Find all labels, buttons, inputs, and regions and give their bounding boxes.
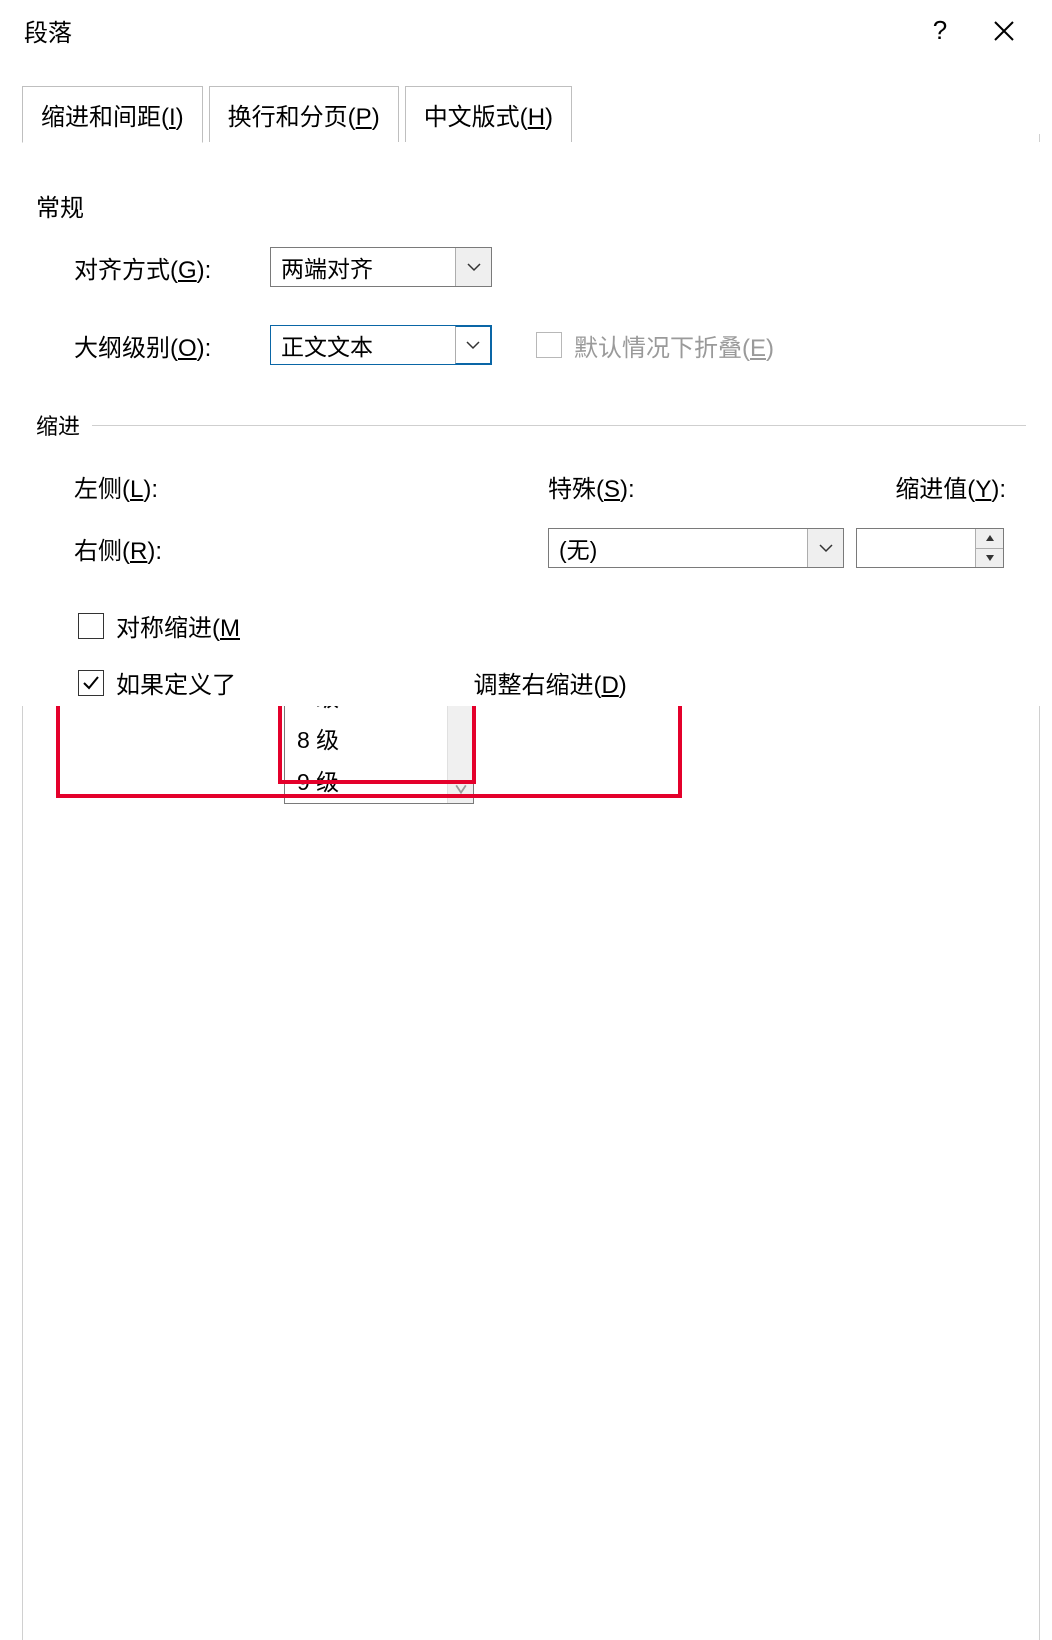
label-mn: D bbox=[601, 672, 618, 699]
caret-down-icon bbox=[455, 784, 467, 794]
label-part: 对齐方式( bbox=[74, 257, 178, 284]
label-part: 默认情况下折叠( bbox=[574, 335, 750, 362]
label-mn: M bbox=[220, 615, 240, 642]
label-mn: Y bbox=[975, 476, 991, 503]
label-mn: G bbox=[178, 257, 197, 284]
tab-label-mn: P bbox=[356, 104, 372, 131]
tab-label-part: ) bbox=[545, 104, 553, 131]
dialog-title: 段落 bbox=[24, 13, 908, 48]
mirror-indent-checkbox[interactable]: 对称缩进(M bbox=[78, 608, 240, 643]
scroll-down-arrow[interactable] bbox=[455, 781, 467, 797]
spinner-up-button[interactable] bbox=[976, 529, 1003, 549]
help-button[interactable]: ? bbox=[908, 0, 972, 62]
tab-label-part: ) bbox=[372, 104, 380, 131]
tab-line-page-break[interactable]: 换行和分页(P) bbox=[209, 86, 399, 143]
section-divider bbox=[92, 425, 1026, 426]
label-part: ): bbox=[143, 476, 158, 503]
outline-level-label: 大纲级别(O): bbox=[74, 328, 270, 363]
special-indent-label: 特殊(S): bbox=[548, 469, 635, 504]
tab-label-part: 中文版式( bbox=[424, 104, 528, 131]
check-icon bbox=[82, 675, 100, 691]
caret-up-icon bbox=[985, 534, 995, 542]
tab-strip: 缩进和间距(I) 换行和分页(P) 中文版式(H) bbox=[22, 86, 1040, 143]
checkbox-box bbox=[78, 670, 104, 696]
label-part: 右侧( bbox=[74, 538, 130, 565]
label-part: 特殊( bbox=[548, 476, 604, 503]
special-indent-dropdown-button[interactable] bbox=[807, 529, 843, 567]
mirror-indent-row: 对称缩进(M bbox=[22, 574, 1040, 649]
outline-level-value: 正文文本 bbox=[271, 326, 455, 364]
indent-right-row: 右侧(R): (无) bbox=[22, 510, 1040, 574]
label-part: ): bbox=[147, 538, 162, 565]
auto-adjust-indent-checkbox[interactable]: 如果定义了 XXXXXXXXXXXXXX 调整右缩进(D) bbox=[78, 665, 627, 700]
section-general-label: 常规 bbox=[22, 182, 1040, 229]
label-part: 如果定义了 bbox=[116, 672, 236, 699]
checkbox-box bbox=[78, 613, 104, 639]
close-button[interactable] bbox=[972, 0, 1036, 62]
section-indent-head: 缩进 bbox=[36, 409, 1026, 441]
label-part: ): bbox=[197, 257, 212, 284]
outline-option[interactable]: 8 级 bbox=[285, 717, 447, 759]
checkbox-box bbox=[536, 332, 562, 358]
alignment-label: 对齐方式(G): bbox=[74, 250, 270, 285]
indent-by-label: 缩进值(Y): bbox=[895, 469, 1006, 504]
close-icon bbox=[993, 20, 1015, 42]
spinner-buttons bbox=[975, 529, 1003, 567]
tab-asian-typography[interactable]: 中文版式(H) bbox=[405, 86, 572, 143]
tab-label-part: ) bbox=[176, 104, 184, 131]
alignment-dropdown-button[interactable] bbox=[455, 248, 491, 286]
label-mn: O bbox=[178, 335, 197, 362]
section-indent-label: 缩进 bbox=[36, 409, 80, 441]
tab-label-part: 缩进和间距( bbox=[41, 104, 169, 131]
tab-area: 缩进和间距(I) 换行和分页(P) 中文版式(H) 常规 对齐方式(G): 两端… bbox=[22, 86, 1040, 706]
spinner-down-button[interactable] bbox=[976, 549, 1003, 568]
label-mn: E bbox=[750, 335, 766, 362]
tab-label-mn: H bbox=[528, 104, 545, 131]
tab-content: 常规 对齐方式(G): 两端对齐 大纲级别(O): 正文文本 bbox=[22, 142, 1040, 706]
label-mn: S bbox=[604, 476, 620, 503]
label-part: ): bbox=[991, 476, 1006, 503]
indent-left-row: 左侧(L): 特殊(S): 缩进值(Y): bbox=[22, 445, 1040, 510]
label-part: ): bbox=[620, 476, 635, 503]
outline-option[interactable]: 9 级 bbox=[285, 759, 447, 801]
chevron-down-icon bbox=[466, 340, 480, 350]
alignment-row: 对齐方式(G): 两端对齐 bbox=[22, 229, 1040, 293]
outline-level-combobox[interactable]: 正文文本 bbox=[270, 325, 492, 365]
special-indent-combobox[interactable]: (无) bbox=[548, 528, 844, 568]
label-part: 左侧( bbox=[74, 476, 130, 503]
chevron-down-icon bbox=[819, 543, 833, 553]
label-part: 调整右缩进( bbox=[473, 672, 601, 699]
label-mn: L bbox=[130, 476, 143, 503]
caret-down-icon bbox=[985, 554, 995, 562]
alignment-combobox[interactable]: 两端对齐 bbox=[270, 247, 492, 287]
label-part: ) bbox=[619, 672, 627, 699]
auto-adjust-indent-row: 如果定义了 XXXXXXXXXXXXXX 调整右缩进(D) bbox=[22, 649, 1040, 706]
label-part: ): bbox=[197, 335, 212, 362]
chevron-down-icon bbox=[467, 262, 481, 272]
label-part: 对称缩进( bbox=[116, 615, 220, 642]
collapse-by-default-checkbox: 默认情况下折叠(E) bbox=[536, 328, 774, 363]
outline-row: 大纲级别(O): 正文文本 默认情况下折叠(E) bbox=[22, 293, 1040, 371]
label-mn: R bbox=[130, 538, 147, 565]
alignment-value: 两端对齐 bbox=[271, 248, 455, 286]
label-part: ) bbox=[766, 335, 774, 362]
special-indent-value: (无) bbox=[549, 529, 807, 567]
tab-label-mn: I bbox=[169, 104, 176, 131]
indent-left-label: 左侧(L): bbox=[74, 469, 270, 504]
indent-by-value[interactable] bbox=[857, 529, 975, 567]
outline-level-dropdown-button[interactable] bbox=[455, 326, 491, 364]
label-part: 大纲级别( bbox=[74, 335, 178, 362]
indent-right-label: 右侧(R): bbox=[74, 531, 270, 566]
indent-by-spinner[interactable] bbox=[856, 528, 1004, 568]
title-bar: 段落 ? bbox=[0, 0, 1052, 62]
label-part: 缩进值( bbox=[895, 476, 975, 503]
tab-label-part: 换行和分页( bbox=[228, 104, 356, 131]
tab-indent-spacing[interactable]: 缩进和间距(I) bbox=[22, 86, 203, 143]
